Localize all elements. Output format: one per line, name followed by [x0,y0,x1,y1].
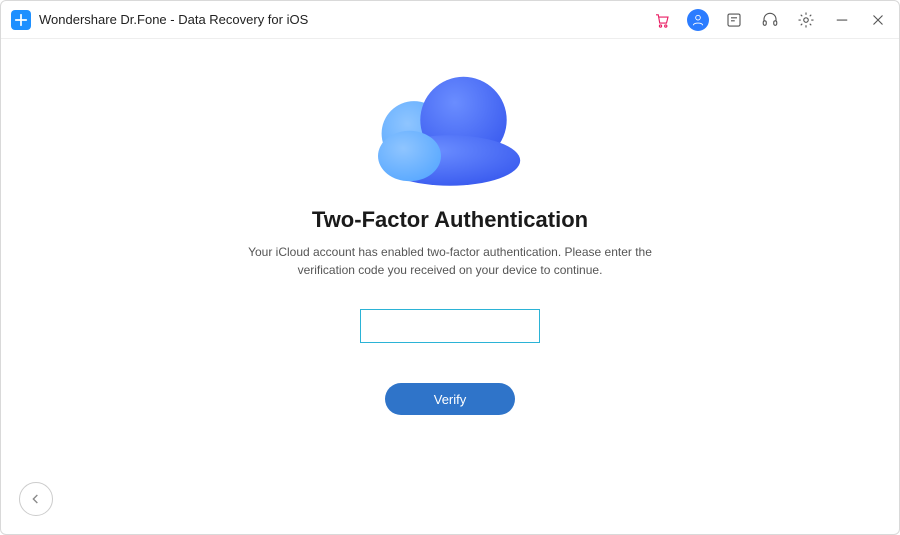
app-logo-icon [11,10,31,30]
page-subtext: Your iCloud account has enabled two-fact… [220,243,680,279]
titlebar-buttons [651,9,889,31]
back-button[interactable] [19,482,53,516]
verification-code-input[interactable] [360,309,540,343]
app-title: Wondershare Dr.Fone - Data Recovery for … [39,12,308,27]
minimize-button[interactable] [831,9,853,31]
user-icon[interactable] [687,9,709,31]
settings-icon[interactable] [795,9,817,31]
app-window: Wondershare Dr.Fone - Data Recovery for … [0,0,900,535]
page-heading: Two-Factor Authentication [312,207,588,233]
titlebar: Wondershare Dr.Fone - Data Recovery for … [1,1,899,39]
main-content: Two-Factor Authentication Your iCloud ac… [1,39,899,534]
icloud-icon [360,69,540,189]
close-button[interactable] [867,9,889,31]
support-icon[interactable] [759,9,781,31]
verify-button[interactable]: Verify [385,383,515,415]
cart-icon[interactable] [651,9,673,31]
feedback-icon[interactable] [723,9,745,31]
